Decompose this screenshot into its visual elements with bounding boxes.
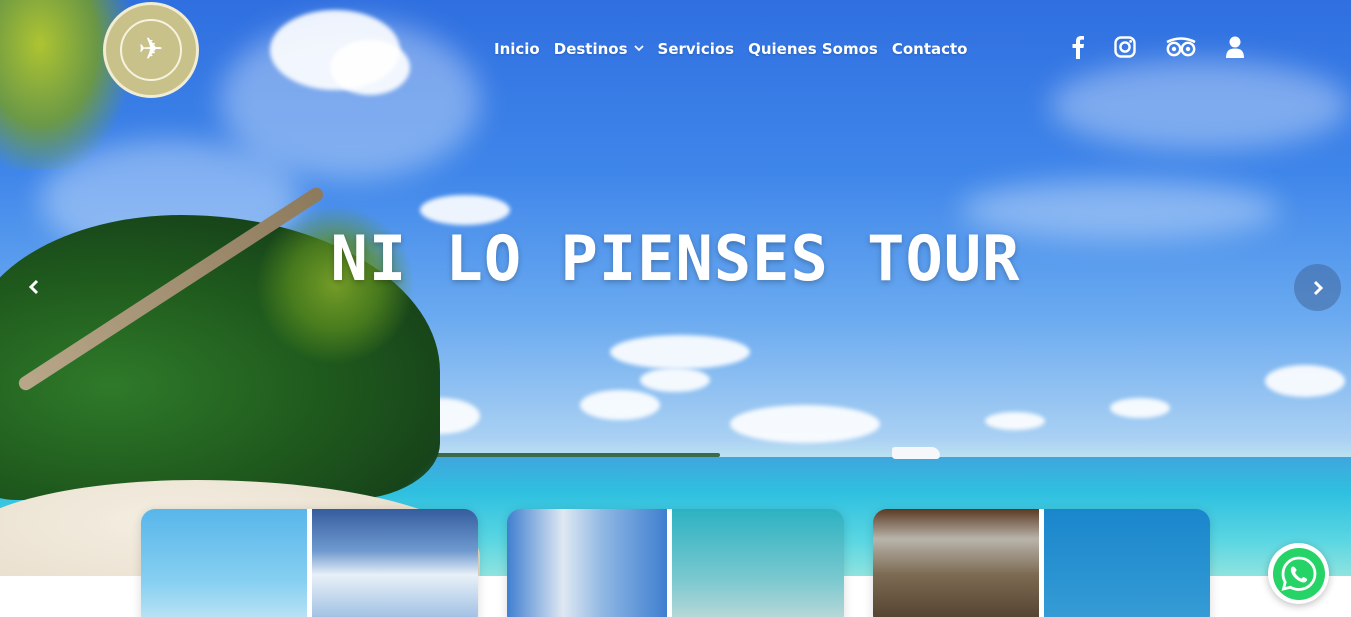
- cloud: [330, 40, 410, 95]
- cloud: [580, 390, 660, 420]
- cloud: [1265, 365, 1345, 397]
- card-image: [507, 509, 667, 617]
- chevron-left-icon[interactable]: [22, 275, 46, 299]
- card-image: [1044, 509, 1210, 617]
- nav-item-servicios[interactable]: Servicios: [658, 40, 735, 58]
- cloud: [640, 368, 710, 392]
- tripadvisor-icon[interactable]: [1164, 34, 1198, 60]
- cloud: [1110, 398, 1170, 418]
- main-nav: Inicio Destinos Servicios Quienes Somos …: [494, 40, 967, 58]
- nav-item-contacto[interactable]: Contacto: [892, 40, 968, 58]
- instagram-icon[interactable]: [1113, 34, 1137, 60]
- cloud: [1050, 60, 1350, 150]
- cloud: [420, 195, 510, 225]
- destination-card-2[interactable]: [507, 509, 844, 617]
- nav-item-quienes-somos[interactable]: Quienes Somos: [748, 40, 878, 58]
- cloud: [610, 335, 750, 369]
- airplane-icon: ✈: [120, 19, 182, 81]
- site-logo[interactable]: ✈: [103, 2, 199, 98]
- hero-slider: ✈ Inicio Destinos Servicios Quienes Somo…: [0, 0, 1351, 576]
- chevron-right-icon[interactable]: [1294, 264, 1341, 311]
- whatsapp-button[interactable]: [1268, 543, 1329, 604]
- cloud: [985, 412, 1045, 430]
- destination-card-1[interactable]: [141, 509, 478, 617]
- user-icon[interactable]: [1224, 34, 1246, 60]
- hero-title: NI LO PIENSES TOUR: [330, 222, 1021, 295]
- whatsapp-icon: [1272, 547, 1325, 600]
- destination-card-3[interactable]: [873, 509, 1210, 617]
- boat: [892, 447, 940, 459]
- card-image: [672, 509, 844, 617]
- chevron-down-icon: [633, 44, 644, 55]
- nav-item-inicio[interactable]: Inicio: [494, 40, 540, 58]
- distant-island: [430, 453, 720, 457]
- facebook-icon[interactable]: [1068, 34, 1088, 60]
- card-image: [873, 509, 1039, 617]
- card-image: [312, 509, 478, 617]
- card-image: [141, 509, 307, 617]
- nav-item-destinos[interactable]: Destinos: [554, 40, 644, 58]
- cloud: [730, 405, 880, 443]
